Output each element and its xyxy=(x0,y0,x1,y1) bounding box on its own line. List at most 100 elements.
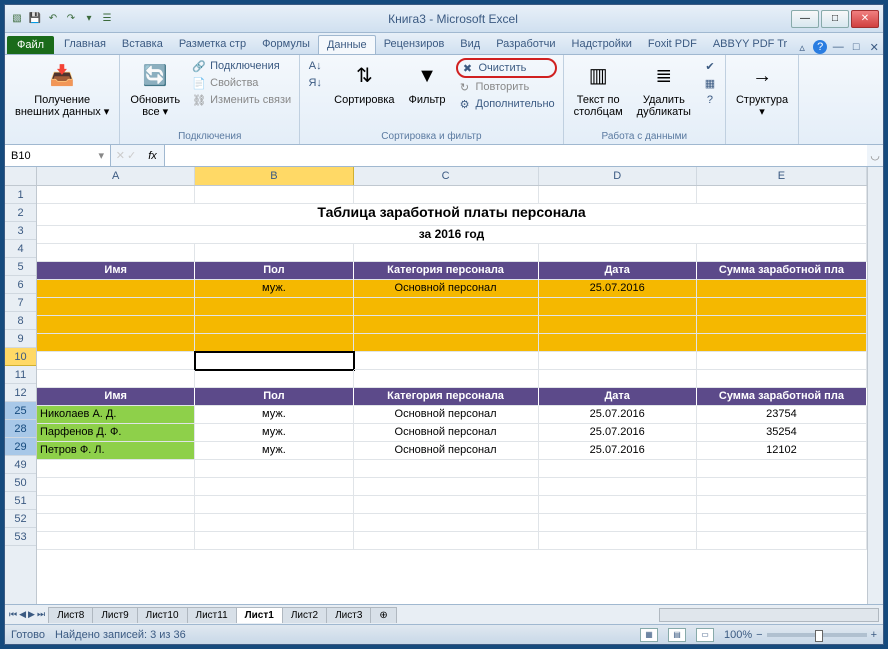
properties-button[interactable]: 📄Свойства xyxy=(190,75,293,91)
row-header-7[interactable]: 7 xyxy=(5,294,36,312)
cell[interactable] xyxy=(37,244,195,262)
cell[interactable] xyxy=(354,316,539,334)
cell[interactable] xyxy=(697,532,867,550)
cell[interactable] xyxy=(195,352,353,370)
row-header-1[interactable]: 1 xyxy=(5,186,36,204)
sort-button[interactable]: ⇅Сортировка xyxy=(330,58,398,108)
doc-min-icon[interactable]: — xyxy=(831,40,845,54)
sheet-nav-next[interactable]: ▶ xyxy=(28,609,35,620)
row-header-49[interactable]: 49 xyxy=(5,456,36,474)
external-data-button[interactable]: 📥Получение внешних данных ▾ xyxy=(11,58,113,120)
advanced-filter-button[interactable]: ⚙Дополнительно xyxy=(456,96,557,112)
doc-max-icon[interactable]: □ xyxy=(849,40,863,54)
cell[interactable]: Петров Ф. Л. xyxy=(37,442,195,460)
cell[interactable]: 25.07.2016 xyxy=(539,280,697,298)
cell[interactable] xyxy=(697,186,867,204)
cell[interactable]: Пол xyxy=(195,388,353,406)
name-box[interactable]: ▾ xyxy=(5,145,111,166)
cell[interactable] xyxy=(195,460,353,478)
sheet-tab-Лист10[interactable]: Лист10 xyxy=(137,607,188,623)
cell[interactable] xyxy=(539,370,697,388)
col-header-C[interactable]: C xyxy=(354,167,539,185)
cell[interactable] xyxy=(697,370,867,388)
qat-more-icon[interactable]: ▾ xyxy=(81,11,97,27)
cell[interactable]: муж. xyxy=(195,406,353,424)
cell[interactable] xyxy=(539,532,697,550)
cell[interactable] xyxy=(354,244,539,262)
cell[interactable] xyxy=(37,298,195,316)
tab-Разработчи[interactable]: Разработчи xyxy=(488,35,563,54)
help-icon[interactable]: ? xyxy=(813,40,827,54)
cell[interactable] xyxy=(697,316,867,334)
cell[interactable] xyxy=(195,334,353,352)
cell[interactable] xyxy=(697,496,867,514)
cell[interactable] xyxy=(195,532,353,550)
row-header-6[interactable]: 6 xyxy=(5,276,36,294)
cell[interactable]: Категория персонала xyxy=(354,262,539,280)
cell[interactable] xyxy=(37,514,195,532)
cell[interactable]: Пол xyxy=(195,262,353,280)
tab-ABBYY PDF Tr[interactable]: ABBYY PDF Tr xyxy=(705,35,795,54)
cell[interactable]: Основной персонал xyxy=(354,424,539,442)
remove-duplicates-button[interactable]: ≣Удалить дубликаты xyxy=(633,58,695,120)
cell[interactable]: Основной персонал xyxy=(354,442,539,460)
refresh-all-button[interactable]: 🔄Обновить все ▾ xyxy=(126,58,184,120)
zoom-level[interactable]: 100% xyxy=(724,629,752,641)
view-normal-button[interactable]: ▦ xyxy=(640,628,658,642)
qat-redo-icon[interactable]: ↷ xyxy=(63,11,79,27)
what-if-button[interactable]: ? xyxy=(701,92,719,108)
qat-undo-icon[interactable]: ↶ xyxy=(45,11,61,27)
text-to-columns-button[interactable]: ▥Текст по столбцам xyxy=(570,58,627,120)
doc-close-icon[interactable]: ✕ xyxy=(867,40,881,54)
cell[interactable] xyxy=(697,244,867,262)
cell[interactable] xyxy=(37,460,195,478)
sort-desc-button[interactable]: Я↓ xyxy=(306,75,324,91)
cell[interactable] xyxy=(539,514,697,532)
cell[interactable] xyxy=(697,280,867,298)
connections-button[interactable]: 🔗Подключения xyxy=(190,58,293,74)
cell[interactable] xyxy=(354,532,539,550)
view-layout-button[interactable]: ▤ xyxy=(668,628,686,642)
row-header-28[interactable]: 28 xyxy=(5,420,36,438)
cell[interactable] xyxy=(37,532,195,550)
reapply-button[interactable]: ↻Повторить xyxy=(456,79,557,95)
cell[interactable]: 25.07.2016 xyxy=(539,406,697,424)
cell[interactable] xyxy=(195,244,353,262)
cell[interactable]: Николаев А. Д. xyxy=(37,406,195,424)
tab-Foxit PDF[interactable]: Foxit PDF xyxy=(640,35,705,54)
cell[interactable] xyxy=(539,460,697,478)
cell[interactable]: Дата xyxy=(539,262,697,280)
cell[interactable] xyxy=(697,298,867,316)
ribbon-minimize-icon[interactable]: ▵ xyxy=(795,40,809,54)
cell[interactable]: Имя xyxy=(37,262,195,280)
tab-Вставка[interactable]: Вставка xyxy=(114,35,171,54)
cell[interactable]: муж. xyxy=(195,280,353,298)
cell[interactable] xyxy=(37,478,195,496)
cell[interactable] xyxy=(697,334,867,352)
tab-Надстройки[interactable]: Надстройки xyxy=(564,35,640,54)
cell[interactable] xyxy=(354,496,539,514)
qat-extra-icon[interactable]: ☰ xyxy=(99,11,115,27)
cell[interactable] xyxy=(195,514,353,532)
cell[interactable] xyxy=(37,334,195,352)
row-header-10[interactable]: 10 xyxy=(5,348,36,366)
tab-file[interactable]: Файл xyxy=(7,36,54,54)
edit-links-button[interactable]: ⛓Изменить связи xyxy=(190,92,293,108)
cell[interactable] xyxy=(354,460,539,478)
sheet-tab-Лист8[interactable]: Лист8 xyxy=(48,607,93,623)
row-header-4[interactable]: 4 xyxy=(5,240,36,258)
cell[interactable] xyxy=(37,280,195,298)
tab-Разметка стр[interactable]: Разметка стр xyxy=(171,35,254,54)
cell[interactable] xyxy=(37,370,195,388)
row-header-25[interactable]: 25 xyxy=(5,402,36,420)
cell[interactable] xyxy=(697,460,867,478)
clear-filter-button[interactable]: ✖Очистить xyxy=(456,58,557,78)
zoom-slider[interactable] xyxy=(767,633,867,637)
cell[interactable]: 25.07.2016 xyxy=(539,424,697,442)
cell[interactable] xyxy=(195,478,353,496)
outline-button[interactable]: →Структура ▾ xyxy=(732,58,792,120)
sheet-tab-Лист11[interactable]: Лист11 xyxy=(187,607,237,623)
formula-input[interactable] xyxy=(165,145,867,166)
sheet-tab-Лист2[interactable]: Лист2 xyxy=(282,607,327,623)
cell[interactable]: Парфенов Д. Ф. xyxy=(37,424,195,442)
